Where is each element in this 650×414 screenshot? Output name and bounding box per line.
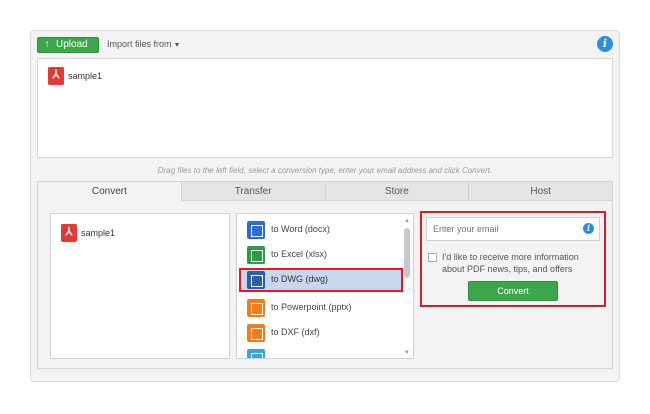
- import-label: Import files from: [107, 39, 172, 49]
- conversion-label: to Powerpoint (pptx): [271, 302, 352, 312]
- email-field[interactable]: [426, 217, 600, 241]
- convert-button[interactable]: Convert: [468, 281, 558, 301]
- tab-convert[interactable]: Convert: [37, 181, 182, 201]
- upload-label: Upload: [56, 39, 88, 50]
- scroll-down-icon[interactable]: ▼: [404, 350, 410, 356]
- dxf-icon: [247, 324, 265, 342]
- import-files-dropdown[interactable]: Import files from ▼: [107, 39, 180, 49]
- word-icon: [247, 221, 265, 239]
- upload-arrow-icon: ↑: [44, 39, 50, 50]
- pdf-icon: [61, 224, 77, 242]
- tab-bar: Convert Transfer Store Host: [37, 181, 613, 201]
- scroll-thumb[interactable]: [404, 228, 410, 278]
- selected-file-name: sample1: [81, 228, 116, 238]
- conversion-type-list[interactable]: to Word (docx) to Excel (xlsx) to DWG (d…: [236, 213, 414, 359]
- conversion-option-partial[interactable]: [239, 346, 403, 358]
- info-icon[interactable]: i: [597, 36, 613, 52]
- powerpoint-icon: [247, 299, 265, 317]
- converter-panel: ↑Upload Import files from▼ i sample1 Dra…: [30, 30, 620, 382]
- conversion-label: to Excel (xlsx): [271, 249, 328, 259]
- newsletter-label[interactable]: I'd like to receive more information abo…: [442, 251, 598, 275]
- conversion-option-excel[interactable]: to Excel (xlsx): [239, 243, 403, 267]
- scroll-up-icon[interactable]: ▲: [404, 218, 410, 224]
- uploaded-file[interactable]: sample1: [48, 67, 102, 85]
- excel-icon: [247, 246, 265, 264]
- upload-dropzone[interactable]: sample1: [37, 58, 613, 158]
- conversion-label: to DXF (dxf): [271, 327, 320, 337]
- newsletter-checkbox[interactable]: [428, 253, 437, 262]
- file-icon: [247, 349, 265, 358]
- pdf-icon: [48, 67, 64, 85]
- selected-file[interactable]: sample1: [61, 224, 115, 242]
- conversion-option-word[interactable]: to Word (docx): [239, 218, 403, 242]
- conversion-option-dwg[interactable]: to DWG (dwg): [239, 268, 403, 292]
- conversion-label: to Word (docx): [271, 224, 330, 234]
- convert-tab-content: sample1 to Word (docx) to Excel (xlsx) t…: [37, 201, 613, 369]
- conversion-option-powerpoint[interactable]: to Powerpoint (pptx): [239, 296, 403, 320]
- scrollbar[interactable]: ▲ ▼: [403, 218, 411, 356]
- tab-store[interactable]: Store: [325, 181, 470, 201]
- toolbar: ↑ Upload Import files from ▼ i: [31, 31, 619, 57]
- upload-button[interactable]: ↑ Upload: [37, 37, 99, 53]
- conversion-option-dxf[interactable]: to DXF (dxf): [239, 321, 403, 345]
- tab-transfer[interactable]: Transfer: [181, 181, 326, 201]
- conversion-label: to DWG (dwg): [271, 274, 329, 284]
- email-convert-area: i I'd like to receive more information a…: [420, 211, 606, 307]
- caret-down-icon: ▼: [173, 42, 181, 49]
- uploaded-file-name: sample1: [68, 71, 103, 81]
- dwg-icon: [247, 271, 265, 289]
- drag-hint: Drag files to the left field, select a c…: [157, 166, 493, 175]
- selected-files-list[interactable]: sample1: [50, 213, 230, 359]
- info-icon[interactable]: i: [583, 223, 594, 234]
- tab-host[interactable]: Host: [469, 181, 613, 201]
